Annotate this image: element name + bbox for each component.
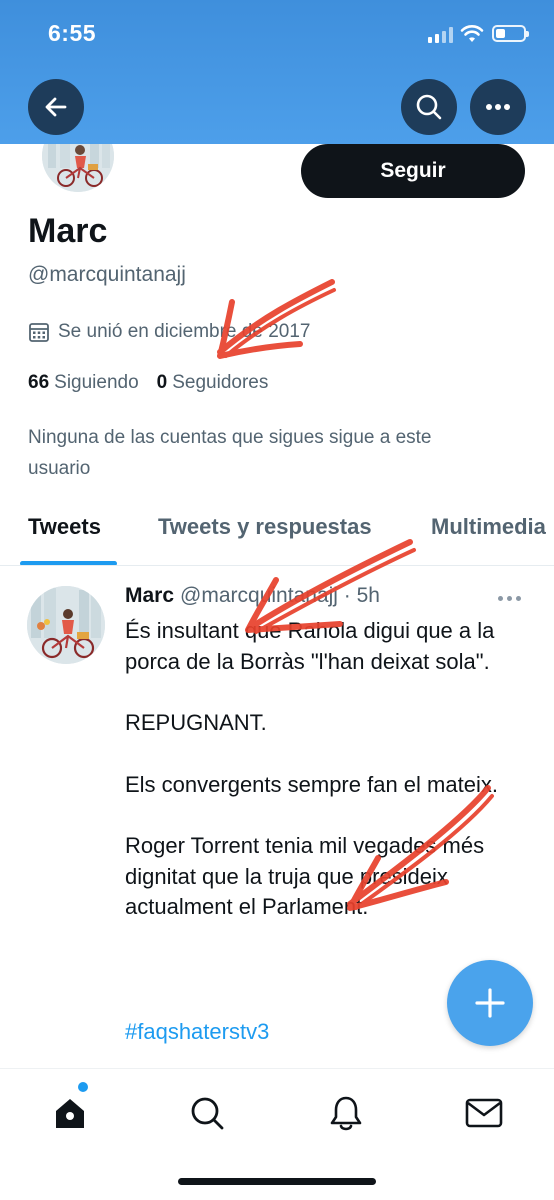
mail-icon	[465, 1098, 503, 1128]
tweet-hashtag[interactable]: #faqshaterstv3	[125, 1019, 269, 1045]
profile-name: Marc	[28, 212, 108, 250]
follow-button[interactable]: Seguir	[301, 144, 525, 198]
nav-search[interactable]	[185, 1091, 229, 1135]
followers-label: Seguidores	[172, 372, 269, 393]
profile-handle: @marcquintanajj	[28, 263, 186, 286]
active-tab-indicator	[20, 561, 117, 565]
tweet-paragraph: És insultant que Rahola digui que a la p…	[125, 618, 495, 674]
following-label: Siguiendo	[54, 372, 139, 393]
joined-label: Se unió en diciembre de 2017	[58, 321, 311, 342]
calendar-icon	[29, 323, 49, 342]
search-button[interactable]	[401, 79, 457, 135]
annotation-arrow	[217, 279, 336, 359]
search-icon	[416, 94, 442, 120]
nav-messages[interactable]	[462, 1091, 506, 1135]
followers-count: 0	[156, 372, 168, 393]
more-button[interactable]	[470, 79, 526, 135]
tweet-separator: ·	[343, 584, 351, 607]
status-time: 6:55	[48, 20, 97, 46]
profile-avatar[interactable]	[42, 144, 114, 196]
bell-icon	[330, 1096, 362, 1131]
following-count: 66	[28, 372, 50, 393]
tweet-author-handle[interactable]: @marcquintanajj	[180, 584, 338, 607]
new-content-dot	[78, 1082, 88, 1092]
followers-you-know-note: Ninguna de las cuentas que sigues sigue …	[28, 427, 432, 479]
tweet-paragraph: REPUGNANT.	[125, 710, 267, 735]
nav-notifications[interactable]	[324, 1091, 368, 1135]
home-icon	[56, 1099, 84, 1128]
tweet-avatar[interactable]	[27, 586, 105, 664]
tab-tweets-replies[interactable]: Tweets y respuestas	[158, 514, 372, 540]
more-horizontal-icon	[486, 104, 510, 110]
profile-header: 6:55	[0, 0, 554, 144]
tweet-header: Marc @marcquintanajj · 5h	[125, 584, 380, 608]
following-link[interactable]: 66 Siguiendo	[28, 372, 139, 394]
followers-link[interactable]: 0 Seguidores	[157, 372, 269, 394]
tweet-paragraph: Roger Torrent tenia mil vegades més dign…	[125, 833, 485, 919]
tweet-time[interactable]: 5h	[357, 584, 380, 607]
plus-icon	[475, 988, 505, 1018]
tab-tweets[interactable]: Tweets	[28, 514, 101, 540]
follow-counts: 66 Siguiendo 0 Seguidores	[28, 372, 268, 394]
arrow-left-icon	[45, 97, 67, 117]
tab-media[interactable]: Multimedia	[431, 514, 546, 540]
nav-home[interactable]	[48, 1091, 92, 1135]
tweet-paragraph: Els convergents sempre fan el mateix.	[125, 771, 498, 797]
joined-date: Se unió en diciembre de 2017	[28, 321, 310, 343]
signal-icon	[428, 27, 454, 43]
tweet-more-icon[interactable]	[498, 596, 521, 601]
compose-tweet-button[interactable]	[447, 960, 533, 1046]
wifi-icon	[460, 25, 484, 42]
profile-tabs: Tweets Tweets y respuestas Multimedia	[0, 500, 554, 566]
back-button[interactable]	[28, 79, 84, 135]
tweet-author-name[interactable]: Marc	[125, 584, 174, 607]
tweet-text[interactable]: És insultant que Rahola digui que a la p…	[125, 616, 525, 954]
battery-icon	[492, 25, 529, 42]
home-indicator	[178, 1178, 376, 1185]
search-icon	[191, 1097, 224, 1130]
